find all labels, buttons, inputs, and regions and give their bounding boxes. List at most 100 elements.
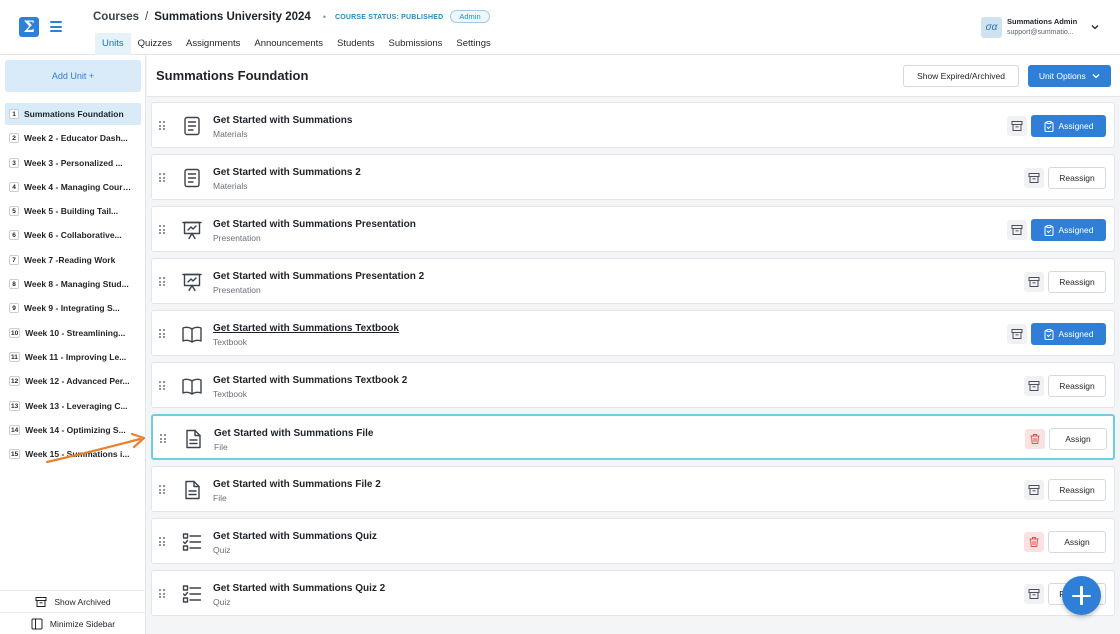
add-unit-button[interactable]: Add Unit + [5, 60, 141, 92]
archive-icon [1011, 328, 1023, 340]
item-title[interactable]: Get Started with Summations File 2 [213, 479, 381, 490]
content-item-row[interactable]: Get Started with Summations Textbook 2 Te… [151, 362, 1115, 408]
assign-button[interactable]: Assign [1048, 531, 1106, 553]
archive-button[interactable] [1024, 376, 1044, 396]
content-item-row[interactable]: Get Started with Summations Presentation… [151, 258, 1115, 304]
item-type: Quiz [213, 597, 231, 607]
item-title[interactable]: Get Started with Summations File [214, 428, 373, 439]
item-type: Textbook [213, 337, 248, 347]
file-icon [182, 428, 204, 450]
assign-button[interactable]: Assign [1049, 428, 1107, 450]
sidebar-unit-item[interactable]: 6 Week 6 - Collaborative... [5, 224, 141, 246]
item-title[interactable]: Get Started with Summations Textbook 2 [213, 375, 407, 386]
sidebar-unit-item[interactable]: 2 Week 2 - Educator Dash... [5, 127, 141, 149]
clipboard-check-icon [1044, 328, 1059, 340]
delete-button[interactable] [1024, 532, 1044, 552]
assigned-button[interactable]: Assigned [1031, 115, 1106, 137]
drag-handle-icon[interactable] [159, 173, 165, 182]
sidebar-unit-item[interactable]: 7 Week 7 -Reading Work [5, 249, 141, 271]
menu-icon[interactable] [50, 21, 62, 32]
drag-handle-icon[interactable] [160, 434, 166, 443]
document-icon [181, 115, 203, 137]
minimize-sidebar-button[interactable]: Minimize Sidebar [0, 612, 146, 634]
drag-handle-icon[interactable] [159, 329, 165, 338]
sidebar-unit-item[interactable]: 12 Week 12 - Advanced Per... [5, 370, 141, 392]
unit-number: 4 [9, 181, 19, 192]
content-item-row[interactable]: Get Started with Summations Quiz 2QuizRe… [151, 570, 1115, 616]
content-item-row[interactable]: Get Started with Summations Textbook Text… [151, 310, 1115, 356]
assigned-button[interactable]: Assigned [1031, 323, 1106, 345]
drag-handle-icon[interactable] [159, 277, 165, 286]
archive-button[interactable] [1007, 324, 1027, 344]
tab-units[interactable]: Units [95, 33, 131, 57]
sidebar-unit-item[interactable]: 4 Week 4 - Managing Cours... [5, 176, 141, 198]
content-item-row[interactable]: Get Started with Summations 2 Materials Re… [151, 154, 1115, 200]
tab-announcements[interactable]: Announcements [247, 33, 330, 57]
assigned-label: Assigned [1058, 121, 1094, 131]
reassign-button[interactable]: Reassign [1048, 167, 1106, 189]
sidebar-unit-item[interactable]: 3 Week 3 - Personalized ... [5, 152, 141, 174]
sidebar-unit-item[interactable]: 14 Week 14 - Optimizing S... [5, 419, 141, 441]
item-title[interactable]: Get Started with Summations 2 [213, 167, 361, 178]
show-archived-button[interactable]: Show Archived [0, 590, 146, 612]
item-title[interactable]: Get Started with Summations Textbook [213, 323, 399, 334]
content-item-row[interactable]: Get Started with Summations Quiz Quiz Assi… [151, 518, 1115, 564]
archive-button[interactable] [1007, 220, 1027, 240]
unit-label: Week 10 - Streamlining... [25, 327, 126, 338]
item-title[interactable]: Get Started with Summations [213, 115, 352, 126]
drag-handle-icon[interactable] [159, 225, 165, 234]
summations-logo-icon[interactable]: Σ [19, 17, 39, 37]
content-item-row[interactable]: Get Started with Summations Presentation… [151, 206, 1115, 252]
item-title[interactable]: Get Started with Summations Quiz [213, 531, 377, 542]
chevron-down-icon[interactable] [1091, 24, 1099, 30]
sidebar-unit-item[interactable]: 5 Week 5 - Building Tail... [5, 200, 141, 222]
archive-button[interactable] [1024, 272, 1044, 292]
tab-settings[interactable]: Settings [449, 33, 497, 57]
sidebar-unit-item[interactable]: 15 Week 15 - Summations i... [5, 443, 141, 465]
sidebar-unit-item[interactable]: 11 Week 11 - Improving Le... [5, 346, 141, 368]
unit-label: Week 6 - Collaborative... [24, 230, 122, 241]
delete-button[interactable] [1025, 429, 1045, 449]
user-email: support@summatio... [1007, 29, 1074, 36]
unit-number: 2 [9, 133, 19, 144]
tab-submissions[interactable]: Submissions [382, 33, 450, 57]
drag-handle-icon[interactable] [159, 121, 165, 130]
show-expired-archived-button[interactable]: Show Expired/Archived [903, 65, 1019, 87]
drag-handle-icon[interactable] [159, 537, 165, 546]
drag-handle-icon[interactable] [159, 381, 165, 390]
drag-handle-icon[interactable] [159, 485, 165, 494]
sidebar-unit-item[interactable]: 13 Week 13 - Leveraging C... [5, 395, 141, 417]
unit-number: 10 [9, 327, 21, 338]
assigned-button[interactable]: Assigned [1031, 219, 1106, 241]
breadcrumb-courses-link[interactable]: Courses [93, 11, 139, 23]
reassign-button[interactable]: Reassign [1048, 479, 1106, 501]
sidebar-unit-item[interactable]: 8 Week 8 - Managing Stud... [5, 273, 141, 295]
archive-button[interactable] [1007, 116, 1027, 136]
sidebar-unit-item[interactable]: 1 Summations Foundation [5, 103, 141, 125]
drag-handle-icon[interactable] [159, 589, 165, 598]
sidebar-unit-item[interactable]: 10 Week 10 - Streamlining... [5, 322, 141, 344]
tab-assignments[interactable]: Assignments [179, 33, 247, 57]
unit-options-button[interactable]: Unit Options [1028, 65, 1111, 87]
tab-students[interactable]: Students [330, 33, 382, 57]
unit-label: Week 8 - Managing Stud... [24, 279, 129, 290]
archive-button[interactable] [1024, 480, 1044, 500]
item-title[interactable]: Get Started with Summations Quiz 2 [213, 583, 385, 594]
separator-dot: • [322, 11, 326, 22]
archive-button[interactable] [1024, 168, 1044, 188]
sidebar-unit-item[interactable]: 9 Week 9 - Integrating S... [5, 297, 141, 319]
archive-button[interactable] [1024, 584, 1044, 604]
archive-icon [1011, 120, 1023, 132]
reassign-button[interactable]: Reassign [1048, 271, 1106, 293]
content-item-row[interactable]: Get Started with Summations File 2 File Re… [151, 466, 1115, 512]
show-archived-label: Show Archived [54, 596, 111, 607]
item-title[interactable]: Get Started with Summations Presentation… [213, 271, 424, 282]
tab-quizzes[interactable]: Quizzes [131, 33, 179, 57]
user-menu[interactable]: σα Summations Admin support@summatio... [981, 16, 1099, 38]
item-title[interactable]: Get Started with Summations Presentation [213, 219, 416, 230]
add-content-button[interactable] [1062, 576, 1101, 615]
archive-icon [35, 596, 47, 607]
content-item-row[interactable]: Get Started with Summations Materials Assi… [151, 102, 1115, 148]
content-item-row[interactable]: Get Started with Summations File File Assi… [151, 414, 1115, 460]
reassign-button[interactable]: Reassign [1048, 375, 1106, 397]
